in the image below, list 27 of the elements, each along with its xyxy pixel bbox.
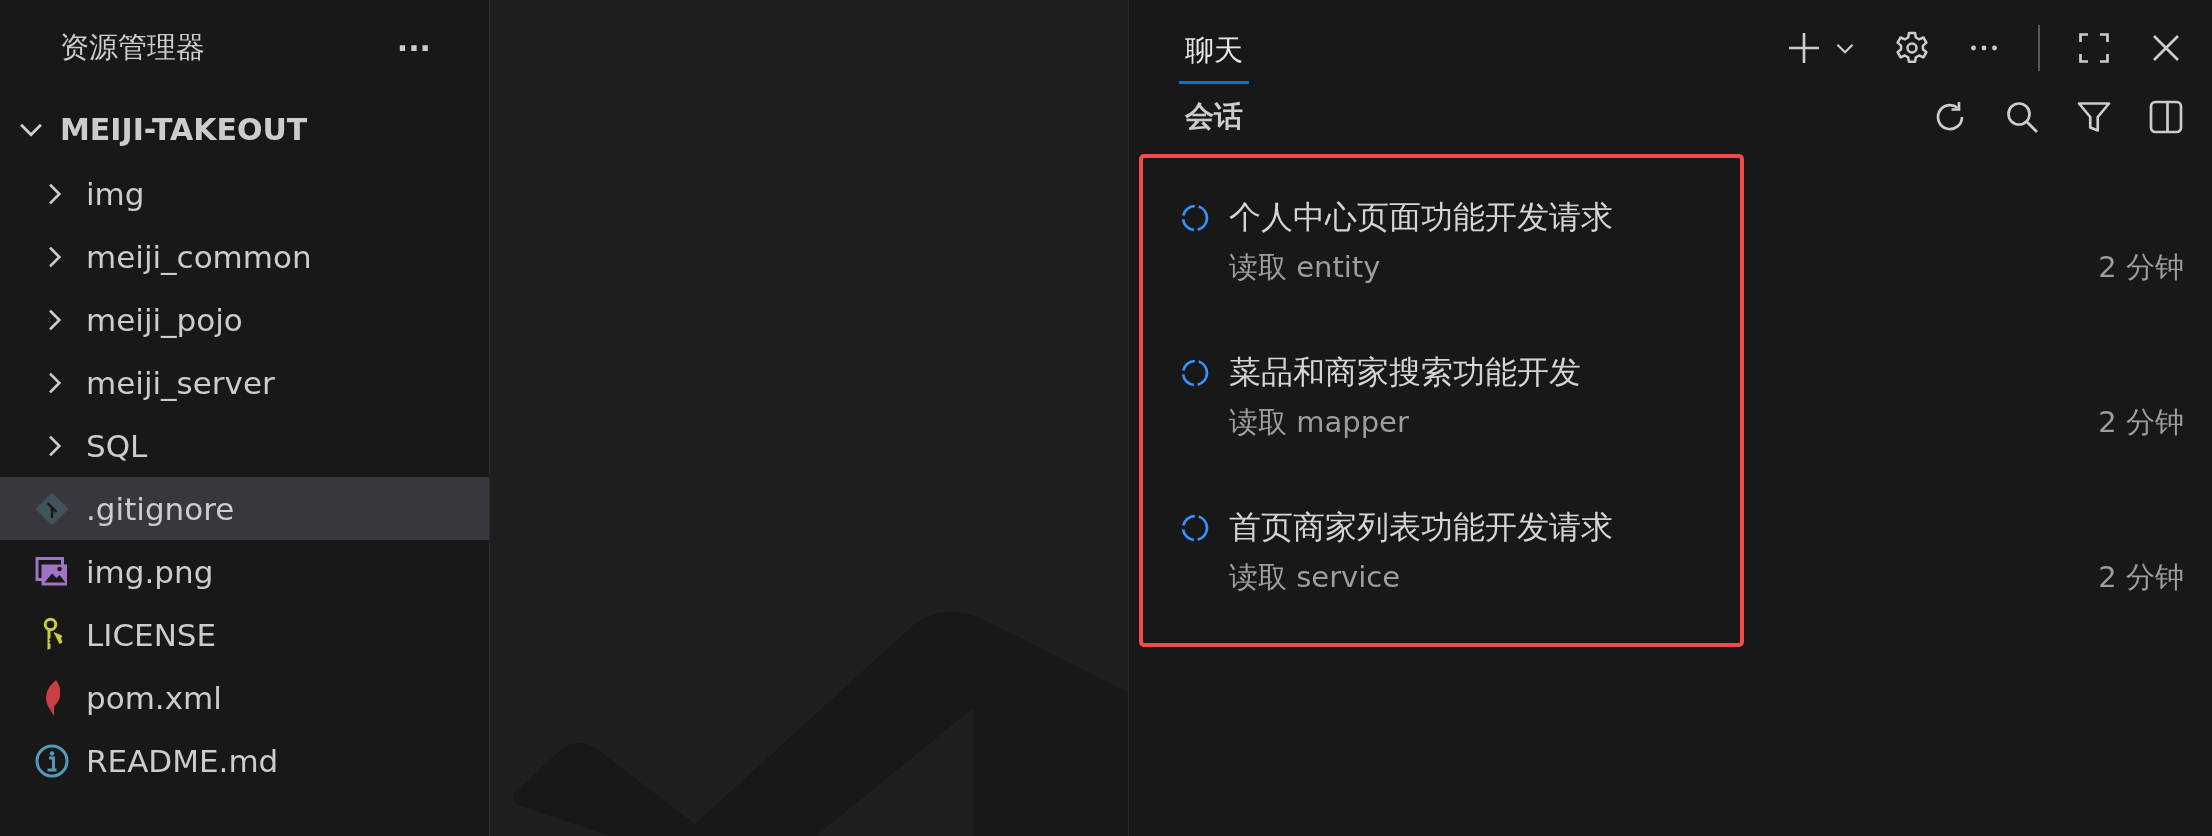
- tree-item[interactable]: SQL: [0, 414, 489, 477]
- feather-icon: [44, 679, 60, 716]
- chat-tab[interactable]: 聊天: [1179, 18, 1249, 84]
- maximize-icon[interactable]: [2076, 30, 2112, 66]
- search-icon[interactable]: [2004, 99, 2040, 135]
- section-title: 会话: [1185, 98, 1243, 135]
- session-item[interactable]: 菜品和商家搜索功能开发 读取 mapper 2 分钟: [1129, 319, 2184, 474]
- tree-item[interactable]: meiji_pojo: [0, 288, 489, 351]
- tree-item[interactable]: img.png: [0, 540, 489, 603]
- tree-item[interactable]: meiji_common: [0, 225, 489, 288]
- tree-item[interactable]: .gitignore: [0, 477, 489, 540]
- session-item[interactable]: 首页商家列表功能开发请求 读取 service 2 分钟: [1129, 474, 2184, 629]
- tree-item[interactable]: img: [0, 162, 489, 225]
- tree-item[interactable]: pom.xml: [0, 666, 489, 729]
- split-panel-icon[interactable]: [2148, 99, 2184, 135]
- project-header[interactable]: MEIJI-TAKEOUT: [0, 96, 489, 162]
- explorer-title: 资源管理器: [60, 29, 205, 66]
- tree-item[interactable]: README.md: [0, 729, 489, 792]
- more-button[interactable]: ···: [388, 30, 439, 66]
- plus-icon[interactable]: [1786, 30, 1822, 66]
- tree-item[interactable]: meiji_server: [0, 351, 489, 414]
- filter-icon[interactable]: [2076, 99, 2112, 135]
- tree-item[interactable]: LICENSE: [0, 603, 489, 666]
- session-item[interactable]: 个人中心页面功能开发请求 读取 entity 2 分钟: [1129, 164, 2184, 319]
- settings-icon[interactable]: [1894, 30, 1930, 66]
- diamond-icon: [34, 490, 70, 527]
- info-icon: [34, 742, 70, 779]
